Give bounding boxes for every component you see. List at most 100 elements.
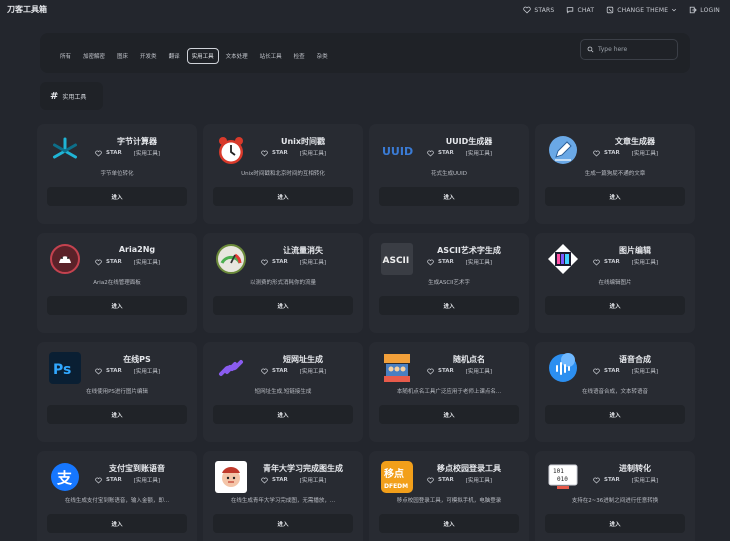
star-button[interactable]: STAR — [604, 259, 620, 265]
enter-button[interactable]: 进入 — [545, 514, 685, 533]
heart-icon[interactable] — [95, 150, 102, 157]
tab-category[interactable]: 加密解密 — [78, 48, 110, 64]
alipay-icon: 支 — [49, 461, 81, 493]
tool-title[interactable]: 移点校园登录工具 — [417, 463, 521, 474]
star-button[interactable]: STAR — [272, 150, 288, 156]
brand-title[interactable]: 刀客工具箱 — [7, 4, 47, 15]
tool-meta: STAR [实用工具] — [427, 149, 492, 157]
tool-title[interactable]: Aria2Ng — [85, 245, 189, 254]
enter-button[interactable]: 进入 — [47, 514, 187, 533]
tool-title[interactable]: 字节计算器 — [85, 136, 189, 147]
heart-icon[interactable] — [261, 259, 268, 266]
tool-tag: [实用工具] — [465, 151, 493, 157]
tab-category[interactable]: 实用工具 — [186, 48, 219, 64]
star-button[interactable]: STAR — [604, 150, 620, 156]
enter-button[interactable]: 进入 — [213, 296, 353, 315]
tool-meta: STAR [实用工具] — [427, 367, 492, 375]
enter-button[interactable]: 进入 — [213, 187, 353, 206]
star-button[interactable]: STAR — [272, 477, 288, 483]
heart-icon[interactable] — [593, 477, 600, 484]
enter-button[interactable]: 进入 — [213, 405, 353, 424]
change-theme-dropdown[interactable]: CHANGE THEME — [606, 6, 677, 14]
chat-link[interactable]: CHAT — [566, 6, 594, 14]
star-button[interactable]: STAR — [106, 259, 122, 265]
enter-button[interactable]: 进入 — [379, 405, 519, 424]
tab-category[interactable]: 杂类 — [312, 48, 333, 64]
tool-description: 以测费的形式消耗你的流量 — [249, 280, 316, 286]
tab-category[interactable]: 检查 — [289, 48, 310, 64]
tool-title[interactable]: 让流量消失 — [251, 245, 355, 256]
tool-title[interactable]: Unix时间戳 — [251, 136, 355, 147]
search-input[interactable] — [598, 46, 668, 53]
tab-category[interactable]: 站长工具 — [255, 48, 287, 64]
tool-title[interactable]: 支付宝到账语音 — [85, 463, 189, 474]
tool-title[interactable]: 进制转化 — [583, 463, 687, 474]
tool-title[interactable]: 青年大学习完成图生成 — [251, 463, 355, 474]
heart-icon[interactable] — [261, 368, 268, 375]
stars-link[interactable]: STARS — [523, 6, 554, 14]
login-link[interactable]: LOGIN — [689, 6, 720, 14]
tool-title[interactable]: ASCII艺术字生成 — [417, 245, 521, 256]
chat-label: CHAT — [577, 6, 595, 14]
enter-button[interactable]: 进入 — [545, 296, 685, 315]
tool-tag: [实用工具] — [465, 478, 493, 484]
enter-button[interactable]: 进入 — [47, 187, 187, 206]
star-button[interactable]: STAR — [106, 368, 122, 374]
tool-title[interactable]: 在线PS — [85, 354, 189, 365]
heart-icon[interactable] — [95, 259, 102, 266]
tool-description: 本随机点名工具广泛应用于老师上课点名... — [396, 389, 502, 395]
heart-icon[interactable] — [593, 150, 600, 157]
enter-button[interactable]: 进入 — [379, 296, 519, 315]
tool-title[interactable]: 图片编辑 — [583, 245, 687, 256]
tool-meta: STAR [实用工具] — [593, 476, 658, 484]
star-button[interactable]: STAR — [438, 368, 454, 374]
tool-title[interactable]: 语音合成 — [583, 354, 687, 365]
yidian-icon: 移点 DFEDM — [381, 461, 413, 493]
tab-category[interactable]: 开发类 — [135, 48, 162, 64]
star-button[interactable]: STAR — [106, 477, 122, 483]
heart-icon[interactable] — [427, 368, 434, 375]
tool-title[interactable]: 随机点名 — [417, 354, 521, 365]
star-button[interactable]: STAR — [438, 477, 454, 483]
tab-category[interactable]: 图床 — [112, 48, 133, 64]
pen-icon — [547, 134, 579, 166]
tab-category[interactable]: 翻译 — [164, 48, 185, 64]
enter-button[interactable]: 进入 — [545, 187, 685, 206]
heart-icon[interactable] — [261, 150, 268, 157]
star-button[interactable]: STAR — [438, 150, 454, 156]
tab-category[interactable]: 文本处理 — [221, 48, 253, 64]
tool-description: Aria2在线管理面板 — [93, 280, 141, 286]
star-button[interactable]: STAR — [272, 368, 288, 374]
image-editor-icon — [547, 243, 579, 275]
heart-icon[interactable] — [261, 477, 268, 484]
search-box[interactable] — [580, 39, 678, 60]
star-button[interactable]: STAR — [272, 259, 288, 265]
heart-icon[interactable] — [427, 259, 434, 266]
tool-title[interactable]: 短网址生成 — [251, 354, 355, 365]
heart-icon[interactable] — [427, 150, 434, 157]
tool-title[interactable]: UUID生成器 — [417, 136, 521, 147]
star-button[interactable]: STAR — [438, 259, 454, 265]
heart-icon[interactable] — [593, 259, 600, 266]
heart-icon[interactable] — [593, 368, 600, 375]
tool-tag: [实用工具] — [299, 151, 327, 157]
enter-button[interactable]: 进入 — [545, 405, 685, 424]
star-button[interactable]: STAR — [106, 150, 122, 156]
star-button[interactable]: STAR — [604, 477, 620, 483]
tool-title[interactable]: 文章生成器 — [583, 136, 687, 147]
enter-button[interactable]: 进入 — [379, 514, 519, 533]
tool-description: 短网址生成,短链接生成 — [254, 389, 312, 395]
enter-button[interactable]: 进入 — [213, 514, 353, 533]
svg-text:ASCII: ASCII — [383, 256, 410, 266]
enter-button[interactable]: 进入 — [379, 187, 519, 206]
heart-icon[interactable] — [95, 368, 102, 375]
top-nav: STARS CHAT CHANGE THEME LOGIN — [523, 0, 720, 20]
heart-icon[interactable] — [95, 477, 102, 484]
enter-button[interactable]: 进入 — [47, 405, 187, 424]
tool-card: 文章生成器 STAR [实用工具] 生成一篇狗屁不通的文章 进入 — [535, 124, 695, 224]
heart-icon[interactable] — [427, 477, 434, 484]
enter-button[interactable]: 进入 — [47, 296, 187, 315]
tool-tag: [实用工具] — [465, 260, 493, 266]
tab-category[interactable]: 所有 — [55, 48, 76, 64]
star-button[interactable]: STAR — [604, 368, 620, 374]
